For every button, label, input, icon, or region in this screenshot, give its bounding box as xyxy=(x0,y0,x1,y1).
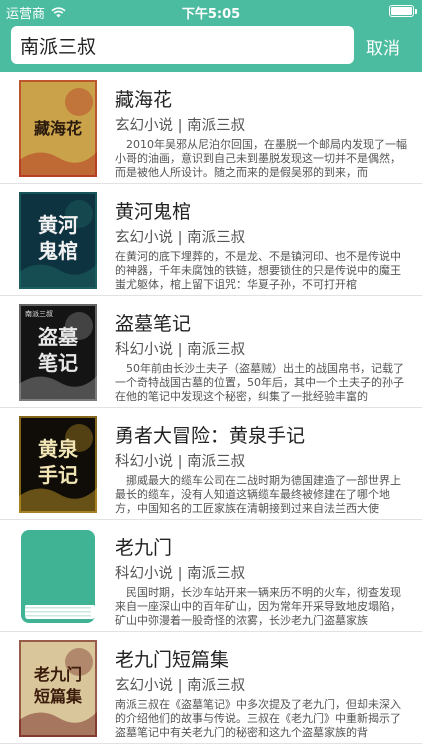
book-title: 老九门 xyxy=(115,537,173,559)
svg-text:南派三叔: 南派三叔 xyxy=(25,309,53,318)
book-placeholder-icon xyxy=(21,530,95,623)
book-cover: 藏海花 xyxy=(19,80,97,177)
svg-text:黄泉: 黄泉 xyxy=(38,437,79,461)
book-title: 黄河鬼棺 xyxy=(115,201,192,223)
book-meta: 玄幻小说 | 南派三叔 xyxy=(115,678,246,694)
list-item[interactable]: 藏海花 藏海花 玄幻小说 | 南派三叔 2010年吴邪从尼泊尔回国，在墨脱一个邮局内… xyxy=(0,72,422,184)
battery-level xyxy=(391,7,412,15)
book-description: 南派三叔在《盗墓笔记》中多次提及了老九门，但却未深入的介绍他们的故事与传说。三叔… xyxy=(115,698,401,739)
book-description: 在黄河的底下埋葬的，不是龙、不是镇河印、也不是传说中的神器，千年未腐蚀的铁链，想… xyxy=(115,250,401,291)
book-description: 挪威最大的缆车公司在二战时期为德国建造了一部世界上最长的缆车，没有人知道这辆缆车… xyxy=(115,474,401,515)
status-bar: 运营商 下午5:05 xyxy=(0,0,422,22)
book-meta: 科幻小说 | 南派三叔 xyxy=(115,454,246,470)
book-cover-icon: 盗墓笔记 南派三叔 xyxy=(19,304,97,401)
book-cover xyxy=(19,528,97,625)
book-cover: 黄河 鬼棺 xyxy=(19,192,97,289)
book-description: 民国时期，长沙车站开来一辆来历不明的火车，彻查发现来自一座深山中的百年矿山，因为… xyxy=(115,586,401,627)
list-item[interactable]: 黄河 鬼棺 黄河鬼棺 玄幻小说 | 南派三叔 在黄河的底下埋葬的，不是龙、不是镇河印、也… xyxy=(0,184,422,296)
nav-header: 运营商 下午5:05 取消 xyxy=(0,0,422,72)
svg-text:笔记: 笔记 xyxy=(38,351,78,375)
book-cover-icon: 老九门短篇集 xyxy=(19,640,97,737)
svg-text:黄河: 黄河 xyxy=(38,213,78,237)
svg-text:手记: 手记 xyxy=(38,463,78,487)
book-meta: 科幻小说 | 南派三叔 xyxy=(115,342,246,358)
battery-icon xyxy=(389,5,417,17)
book-cover-icon: 黄泉手记 xyxy=(19,416,97,513)
list-item[interactable]: 盗墓 笔记 南派三叔 盗墓笔记 科幻小说 | 南派三叔 50年前由长沙土夫子（盗墓贼）出… xyxy=(0,296,422,408)
book-description: 50年前由长沙土夫子（盗墓贼）出土的战国帛书，记载了一个奇特战国古墓的位置，50… xyxy=(115,362,404,403)
search-input[interactable] xyxy=(11,26,354,64)
book-meta: 科幻小说 | 南派三叔 xyxy=(115,566,246,582)
svg-text:盗墓: 盗墓 xyxy=(38,325,79,349)
list-item[interactable]: 老九门科幻小说 | 南派三叔 民国时期，长沙车站开来一辆来历不明的火车，彻查发现… xyxy=(0,520,422,632)
book-cover: 老九门 短篇集 xyxy=(19,640,97,737)
search-box[interactable] xyxy=(11,26,354,64)
list-item[interactable]: 老九门 短篇集 老九门短篇集 玄幻小说 | 南派三叔 南派三叔在《盗墓笔记》中多次提及了… xyxy=(0,632,422,744)
list-item[interactable]: 黄泉 手记 勇者大冒险：黄泉手记 科幻小说 | 南派三叔 挪威最大的缆车公司在二战时期… xyxy=(0,408,422,520)
book-cover: 黄泉 手记 xyxy=(19,416,97,513)
status-time: 下午5:05 xyxy=(181,7,241,22)
search-results-list: 藏海花 藏海花 玄幻小说 | 南派三叔 2010年吴邪从尼泊尔回国，在墨脱一个邮局内… xyxy=(0,72,422,744)
battery-cap xyxy=(415,9,417,14)
svg-text:短篇集: 短篇集 xyxy=(34,687,83,706)
cancel-button[interactable]: 取消 xyxy=(366,34,400,59)
svg-text:藏海花: 藏海花 xyxy=(34,119,82,138)
book-cover-icon: 藏海花 xyxy=(19,80,97,177)
book-title: 老九门短篇集 xyxy=(115,649,230,671)
book-meta: 玄幻小说 | 南派三叔 xyxy=(115,230,246,246)
book-meta: 玄幻小说 | 南派三叔 xyxy=(115,118,246,134)
book-description: 2010年吴邪从尼泊尔回国，在墨脱一个邮局内发现了一幅小哥的油画，意识到自己未到… xyxy=(115,138,407,179)
book-title: 勇者大冒险：黄泉手记 xyxy=(115,425,306,447)
book-title: 藏海花 xyxy=(115,89,173,111)
book-cover-icon: 黄河鬼棺 xyxy=(19,192,97,289)
book-cover: 盗墓 笔记 南派三叔 xyxy=(19,304,97,401)
svg-text:老九门: 老九门 xyxy=(33,665,82,684)
book-title: 盗墓笔记 xyxy=(115,313,192,335)
svg-text:鬼棺: 鬼棺 xyxy=(38,239,78,263)
